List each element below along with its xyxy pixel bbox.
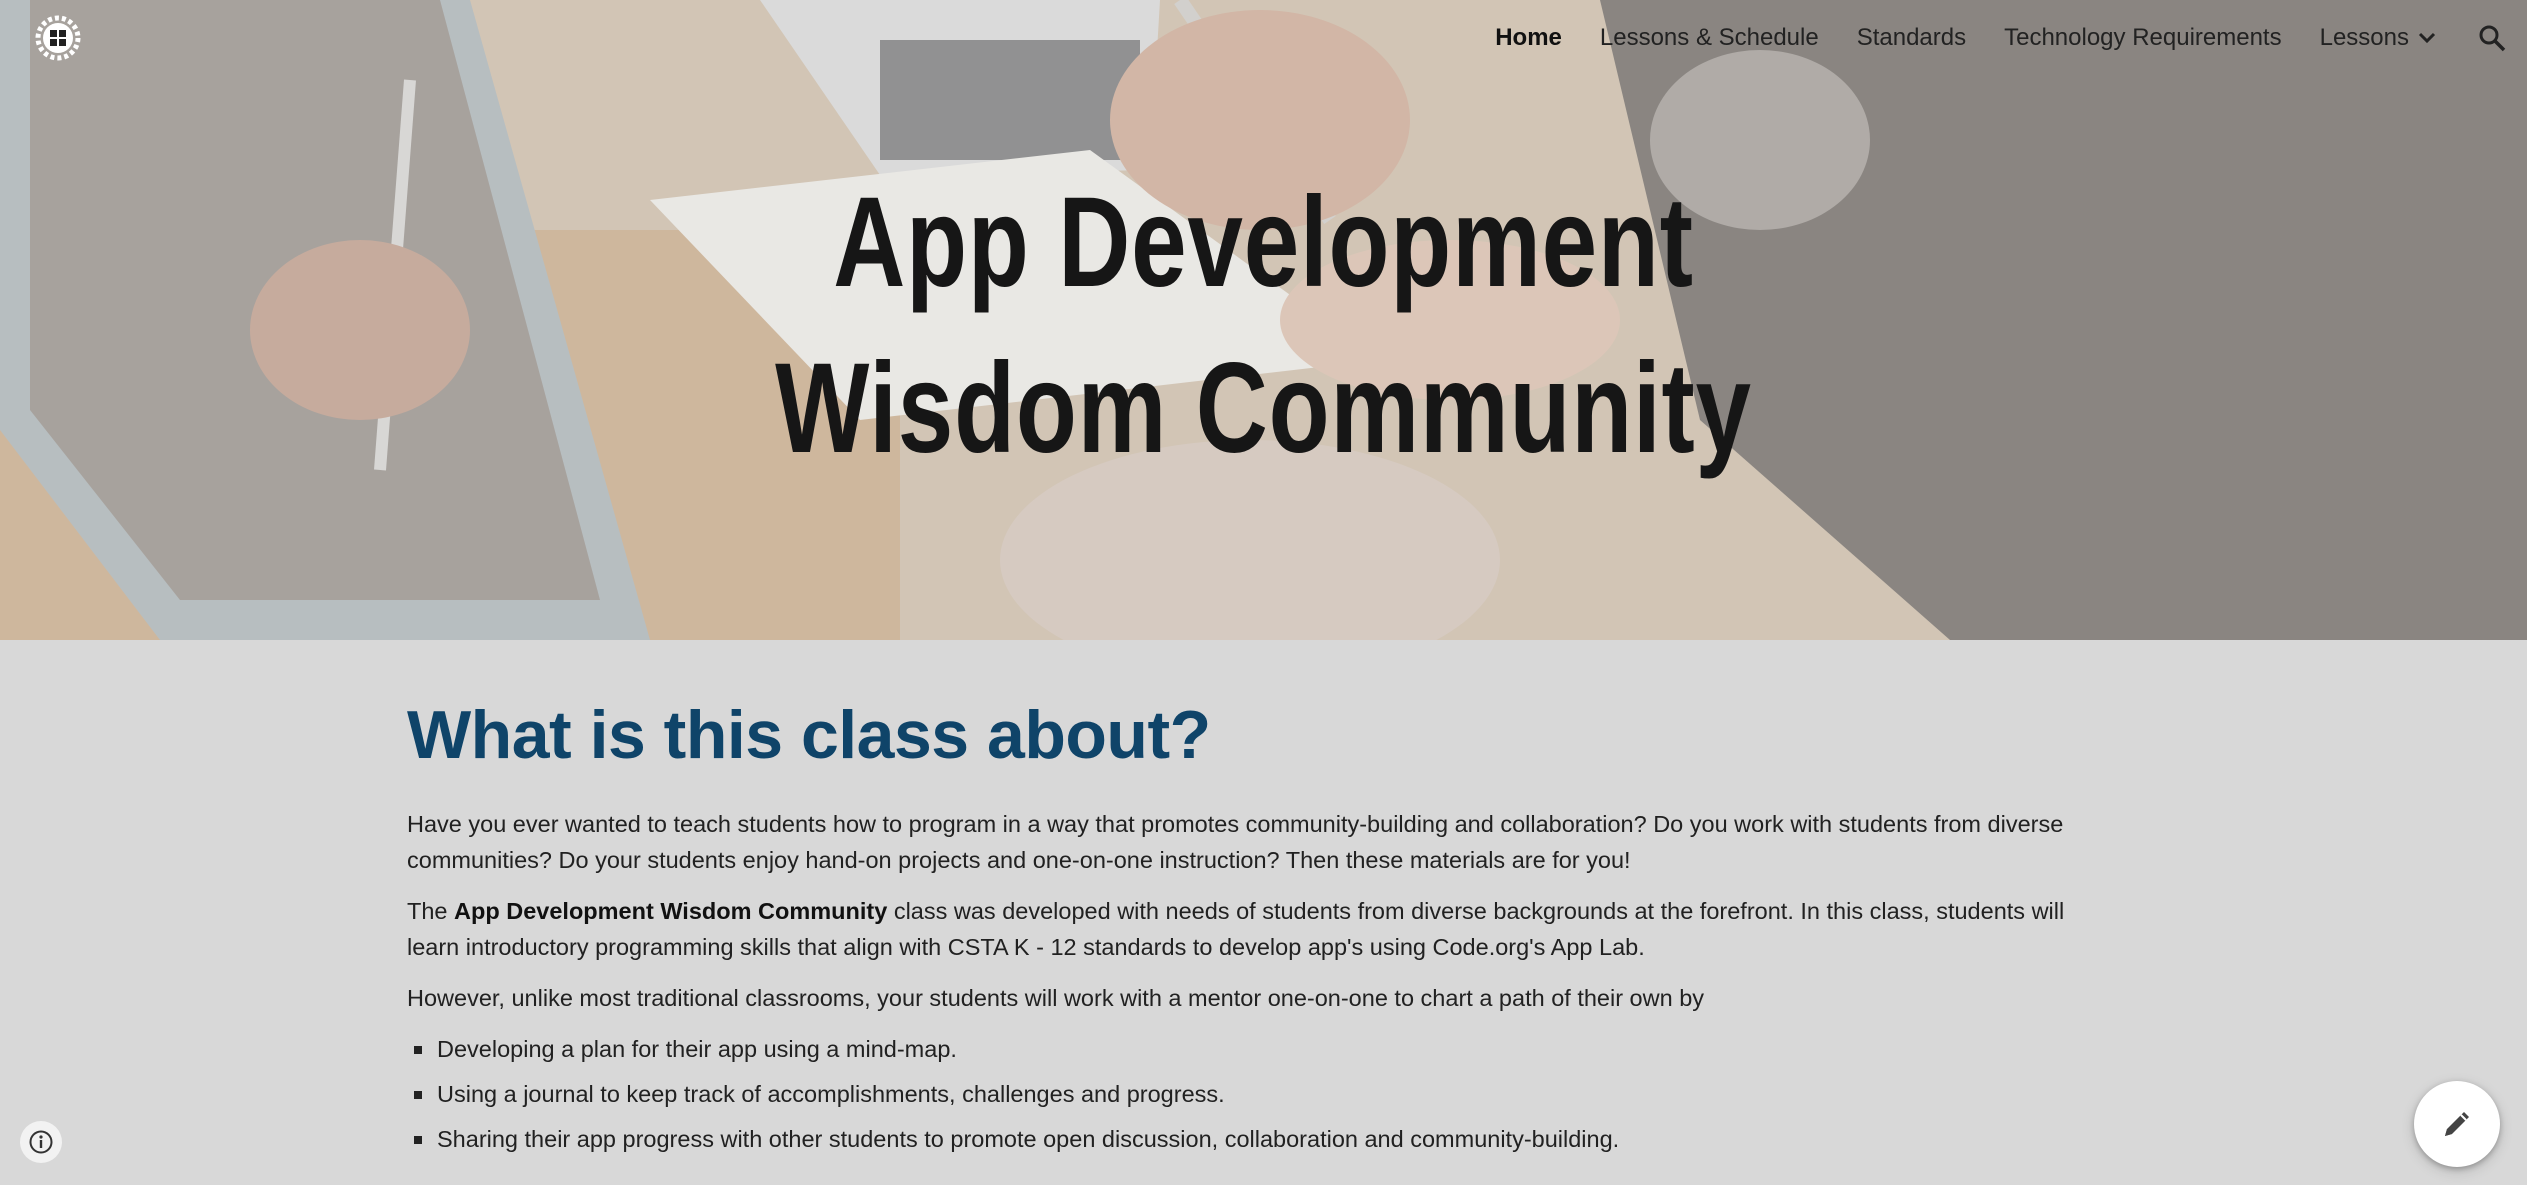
chevron-down-icon <box>2418 32 2436 44</box>
site-title-line-2: Wisdom Community <box>775 337 1752 480</box>
intro-paragraph: Have you ever wanted to teach students h… <box>407 811 2064 873</box>
list-item-text: Sharing their app progress with other st… <box>437 1126 1620 1152</box>
info-icon <box>29 1130 53 1154</box>
site-logo-icon[interactable] <box>34 14 82 62</box>
bullet-square-icon <box>414 1046 422 1054</box>
bullet-list: Developing a plan for their app using a … <box>407 1031 2117 1157</box>
list-item-text: Developing a plan for their app using a … <box>437 1036 957 1062</box>
class-description-paragraph: The App Development Wisdom Community cla… <box>407 893 2117 965</box>
section-heading: What is this class about? <box>407 697 1211 773</box>
nav-standards[interactable]: Standards <box>1857 24 1966 52</box>
nav-home[interactable]: Home <box>1495 24 1562 52</box>
site-info-button[interactable] <box>20 1121 62 1163</box>
list-item-text: Using a journal to keep track of accompl… <box>437 1081 1225 1107</box>
pencil-edit-icon <box>2445 1112 2469 1136</box>
edit-button[interactable] <box>2414 1081 2500 1167</box>
search-icon[interactable] <box>2477 23 2507 53</box>
bullet-square-icon <box>414 1091 422 1099</box>
class-name-bold: App Development Wisdom Community <box>454 898 888 924</box>
list-item: Using a journal to keep track of accompl… <box>407 1076 2117 1112</box>
list-item: Sharing their app progress with other st… <box>407 1121 2117 1157</box>
site-title: App Development Wisdom Community <box>278 160 2249 492</box>
list-item: Developing a plan for their app using a … <box>407 1031 2117 1067</box>
mentor-paragraph: However, unlike most traditional classro… <box>407 985 1705 1011</box>
nav-technology-requirements[interactable]: Technology Requirements <box>2004 24 2282 52</box>
hero-banner: Home Lessons & Schedule Standards Techno… <box>0 0 2527 640</box>
top-navigation: Home Lessons & Schedule Standards Techno… <box>1457 18 2507 58</box>
para2-prefix: The <box>407 898 455 924</box>
nav-lessons-label: Lessons <box>2319 24 2409 51</box>
site-title-line-1: App Development <box>833 171 1694 314</box>
nav-lessons-dropdown[interactable]: Lessons <box>2320 24 2437 52</box>
main-content: What is this class about? Have you ever … <box>407 690 2117 1166</box>
bullet-square-icon <box>414 1136 422 1144</box>
nav-lessons-schedule[interactable]: Lessons & Schedule <box>1600 24 1819 52</box>
